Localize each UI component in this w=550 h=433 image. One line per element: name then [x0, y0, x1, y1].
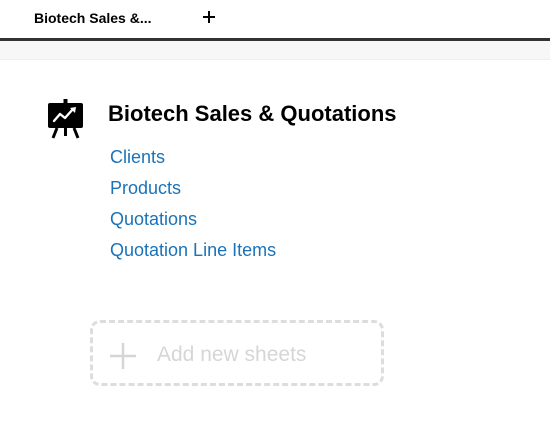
new-tab-plus-icon[interactable]: [200, 8, 218, 26]
sheet-link-quotations[interactable]: Quotations: [110, 209, 197, 229]
app-title: Biotech Sales & Quotations: [108, 101, 397, 126]
sheet-link-products[interactable]: Products: [110, 178, 181, 198]
toolbar-strip: [0, 41, 550, 60]
list-item: Quotation Line Items: [110, 238, 276, 269]
list-item: Products: [110, 176, 276, 207]
add-new-sheets-button[interactable]: Add new sheets: [90, 320, 384, 386]
add-new-sheets-label: Add new sheets: [157, 343, 307, 366]
presentation-chart-icon: [48, 99, 83, 139]
sheet-link-clients[interactable]: Clients: [110, 147, 165, 167]
list-item: Clients: [110, 145, 276, 176]
sheet-link-quotation-line-items[interactable]: Quotation Line Items: [110, 240, 276, 260]
list-item: Quotations: [110, 207, 276, 238]
sheet-list: Clients Products Quotations Quotation Li…: [110, 145, 276, 269]
tab-biotech-sales[interactable]: Biotech Sales &...: [34, 10, 151, 26]
tab-bar: Biotech Sales &...: [0, 0, 550, 41]
plus-icon: [110, 343, 136, 369]
